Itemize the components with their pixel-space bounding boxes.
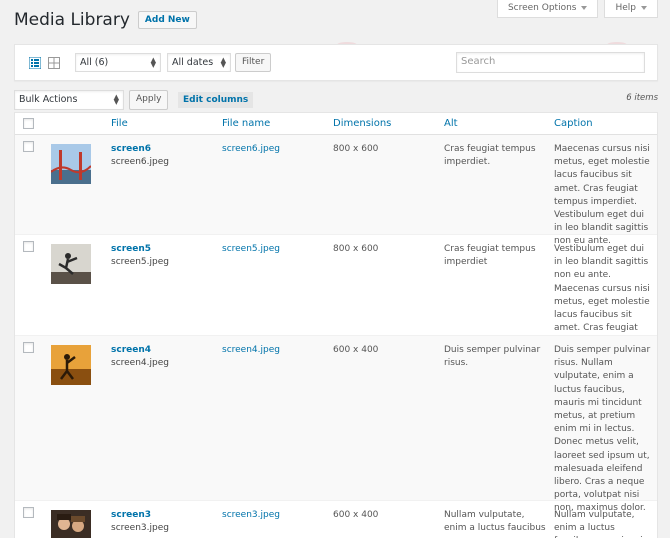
column-header-file[interactable]: File	[111, 118, 128, 129]
page-title: Media Library	[14, 10, 130, 30]
date-filter[interactable]: All dates ▲ ▼	[167, 53, 231, 72]
search-input[interactable]: Search	[456, 52, 645, 73]
page-header: Media Library Add New	[14, 10, 197, 30]
thumbnail-image[interactable]	[51, 144, 91, 184]
dimensions-cell: 800 x 600	[333, 144, 379, 154]
add-new-button[interactable]: Add New	[137, 11, 197, 29]
file-title-link[interactable]: screen3	[111, 509, 169, 522]
file-name-cell: screen4.jpeg	[222, 344, 322, 357]
row-checkbox[interactable]	[23, 507, 34, 518]
row-checkbox[interactable]	[23, 342, 34, 353]
thumbnail-image[interactable]	[51, 244, 91, 284]
chevron-down-icon	[581, 6, 588, 10]
dimensions-cell: 800 x 600	[333, 244, 379, 254]
file-cell: screen3 screen3.jpeg	[111, 509, 169, 535]
bulk-actions-select[interactable]: Bulk Actions ▲ ▼	[14, 90, 124, 110]
screen-options-button[interactable]: Screen Options	[496, 0, 599, 18]
table-row: screen6 screen6.jpeg screen6.jpeg 800 x …	[15, 135, 657, 246]
file-name-link[interactable]: screen6.jpeg	[222, 144, 280, 154]
select-arrows-icon: ▲ ▼	[113, 93, 119, 106]
column-header-file-name[interactable]: File name	[222, 118, 270, 129]
media-table: File File name Dimensions Alt Caption sc…	[14, 112, 658, 538]
grid-view-icon[interactable]	[48, 57, 60, 69]
alt-cell: Duis semper pulvinar risus.	[444, 345, 541, 369]
items-count: 6 items	[626, 93, 658, 103]
table-header: File File name Dimensions Alt Caption	[15, 113, 657, 135]
file-name-link[interactable]: screen3.jpeg	[222, 510, 280, 520]
chevron-down-icon	[641, 6, 647, 10]
file-cell: screen5 screen5.jpeg	[111, 243, 169, 269]
file-title-link[interactable]: screen6	[111, 143, 169, 156]
select-arrows-icon: ▲ ▼	[220, 56, 226, 69]
caption-cell: Duis semper pulvinar risus. Nullam vulpu…	[554, 345, 651, 514]
file-name-cell: screen5.jpeg	[222, 243, 322, 256]
file-name-link[interactable]: screen5.jpeg	[222, 244, 280, 254]
column-header-alt[interactable]: Alt	[444, 118, 458, 129]
screen-options-label: Screen Options	[507, 3, 577, 13]
help-button[interactable]: Help	[604, 0, 658, 18]
row-checkbox[interactable]	[23, 241, 34, 252]
file-name-text: screen3.jpeg	[111, 523, 169, 534]
file-name-text: screen4.jpeg	[111, 358, 169, 369]
thumbnail-image[interactable]	[51, 345, 91, 385]
file-name-cell: screen3.jpeg	[222, 509, 322, 522]
dimensions-cell: 600 x 400	[333, 510, 379, 520]
caption-cell: Vestibulum eget dui in leo blandit sagit…	[554, 244, 650, 346]
alt-cell: Cras feugiat tempus imperdiet	[444, 244, 536, 268]
bulk-actions-value: Bulk Actions	[19, 94, 78, 105]
thumbnail-image[interactable]	[51, 510, 91, 538]
file-cell: screen4 screen4.jpeg	[111, 344, 169, 370]
screen-meta-links: Screen Options Help	[496, 0, 658, 18]
dimensions-cell: 600 x 400	[333, 345, 379, 355]
media-type-filter[interactable]: All (6) ▲ ▼	[75, 53, 161, 72]
alt-cell: Nullam vulputate, enim a luctus faucibus	[444, 510, 546, 534]
table-row: screen5 screen5.jpeg screen5.jpeg 800 x …	[15, 235, 657, 346]
select-arrows-icon: ▲ ▼	[150, 56, 156, 69]
file-name-link[interactable]: screen4.jpeg	[222, 345, 280, 355]
file-name-cell: screen6.jpeg	[222, 143, 322, 156]
date-filter-value: All dates	[172, 57, 214, 68]
file-name-text: screen6.jpeg	[111, 157, 169, 168]
filter-button[interactable]: Filter	[235, 53, 272, 72]
help-label: Help	[615, 3, 636, 13]
apply-button[interactable]: Apply	[129, 90, 169, 110]
column-header-dimensions[interactable]: Dimensions	[333, 118, 391, 129]
table-row: screen4 screen4.jpeg screen4.jpeg 600 x …	[15, 336, 657, 513]
column-header-caption[interactable]: Caption	[554, 118, 593, 129]
table-row: screen3 screen3.jpeg screen3.jpeg 600 x …	[15, 501, 657, 538]
media-toolbar: All (6) ▲ ▼ All dates ▲ ▼ Filter Search	[14, 44, 658, 81]
row-checkbox[interactable]	[23, 141, 34, 152]
bulk-actions-bar: Bulk Actions ▲ ▼ Apply Edit columns 6 ite…	[14, 90, 658, 110]
select-all-checkbox[interactable]	[23, 118, 34, 129]
file-cell: screen6 screen6.jpeg	[111, 143, 169, 169]
list-view-icon[interactable]	[29, 57, 41, 69]
file-title-link[interactable]: screen5	[111, 243, 169, 256]
edit-columns-button[interactable]: Edit columns	[178, 92, 254, 108]
file-title-link[interactable]: screen4	[111, 344, 169, 357]
caption-cell: Maecenas cursus nisi metus, eget molesti…	[554, 144, 650, 247]
media-type-filter-value: All (6)	[80, 57, 109, 68]
caption-cell: Nullam vulputate, enim a luctus faucibus…	[554, 510, 643, 538]
alt-cell: Cras feugiat tempus imperdiet.	[444, 144, 536, 168]
file-name-text: screen5.jpeg	[111, 257, 169, 268]
